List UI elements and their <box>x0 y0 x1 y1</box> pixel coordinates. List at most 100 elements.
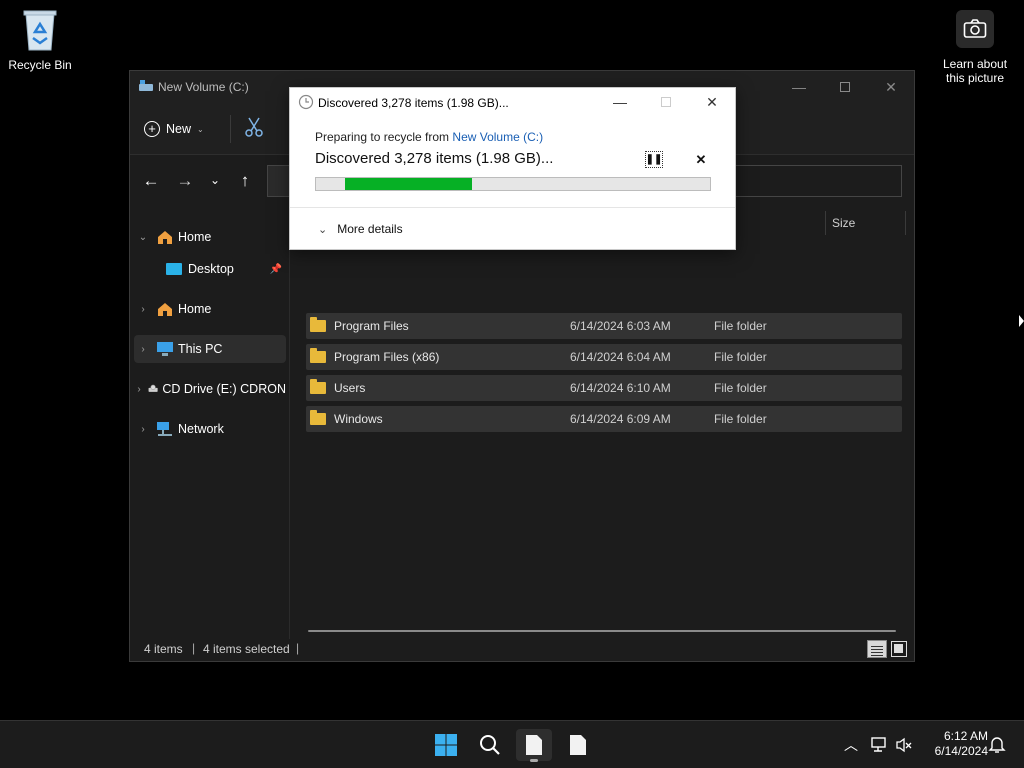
close-button[interactable]: ✕ <box>868 71 914 103</box>
file-list: Size Program Files 6/14/2024 6:03 AM Fil… <box>290 207 914 639</box>
back-button[interactable]: ← <box>140 171 162 193</box>
column-header-size[interactable]: Size <box>832 216 855 230</box>
start-button[interactable] <box>428 729 464 761</box>
sidebar-item-desktop[interactable]: Desktop 📌 <box>134 255 286 283</box>
dialog-close-button[interactable]: ✕ <box>689 88 735 116</box>
recycle-bin-shortcut[interactable]: Recycle Bin <box>4 8 76 72</box>
clock[interactable]: 6:12 AM 6/14/2024 <box>922 729 988 759</box>
windows-logo-icon <box>435 734 457 756</box>
minimize-button[interactable]: — <box>776 71 822 103</box>
navigation-pane: ⌄ Home Desktop 📌 › Home › This PC › CD D… <box>130 207 290 639</box>
column-divider <box>905 211 906 235</box>
home-icon <box>158 303 172 316</box>
status-bar: 4 items | 4 items selected | <box>130 637 914 661</box>
recent-locations-button[interactable]: ⌄ <box>206 173 224 193</box>
large-icons-view-button[interactable] <box>891 641 907 657</box>
search-box[interactable] <box>730 165 902 197</box>
preparing-text: Preparing to recycle from New Volume (C:… <box>315 130 543 144</box>
dialog-maximize-button[interactable] <box>643 88 689 116</box>
search-icon <box>480 735 500 755</box>
sidebar-item-cd-drive[interactable]: › CD Drive (E:) CDRON <box>134 375 286 403</box>
maximize-button[interactable] <box>822 71 868 103</box>
cancel-operation-button[interactable]: ✕ <box>693 151 709 168</box>
home-icon <box>158 231 172 244</box>
folder-icon <box>310 379 326 394</box>
forward-button[interactable]: → <box>174 171 196 193</box>
table-row[interactable]: Windows 6/14/2024 6:09 AM File folder <box>306 406 902 432</box>
pause-icon: ❚❚ <box>645 154 663 165</box>
network-icon <box>157 422 172 436</box>
row-date: 6/14/2024 6:03 AM <box>570 319 671 333</box>
row-name: Program Files <box>334 319 409 333</box>
pause-button[interactable]: ❚❚ <box>645 151 663 168</box>
learn-label-line1: Learn about <box>942 57 1008 71</box>
cd-drive-icon <box>148 384 158 392</box>
plus-circle-icon: + <box>144 121 160 137</box>
folder-icon <box>310 317 326 332</box>
active-indicator <box>530 759 538 762</box>
explorer-title: New Volume (C:) <box>158 80 249 94</box>
sidebar-item-home[interactable]: › Home <box>134 295 286 323</box>
column-divider <box>825 211 826 235</box>
details-view-icon <box>871 648 883 650</box>
taskbar-app-active[interactable] <box>516 729 552 762</box>
recycle-bin-icon <box>23 10 57 51</box>
pin-icon: 📌 <box>269 263 282 275</box>
chevron-right-icon: › <box>137 383 141 395</box>
search-button[interactable] <box>472 729 508 761</box>
scissors-icon <box>245 117 263 137</box>
desktop-folder-icon <box>166 263 182 275</box>
this-pc-icon <box>157 342 173 356</box>
row-date: 6/14/2024 6:10 AM <box>570 381 671 395</box>
sidebar-item-this-pc[interactable]: › This PC <box>134 335 286 363</box>
row-name: Program Files (x86) <box>334 350 440 364</box>
row-type: File folder <box>714 350 767 364</box>
row-name: Windows <box>334 412 383 426</box>
learn-about-picture-shortcut[interactable]: Learn about this picture <box>934 10 1016 85</box>
network-status-icon[interactable] <box>870 736 888 754</box>
up-button[interactable]: ↑ <box>234 171 256 193</box>
volume-muted-icon[interactable] <box>895 736 913 754</box>
dialog-heading: Discovered 3,278 items (1.98 GB)... <box>315 150 554 167</box>
table-row[interactable]: Users 6/14/2024 6:10 AM File folder <box>306 375 902 401</box>
row-type: File folder <box>714 319 767 333</box>
more-details-button[interactable]: ⌄ More details <box>318 222 403 236</box>
clock-time: 6:12 AM <box>943 729 988 743</box>
dialog-title: Discovered 3,278 items (1.98 GB)... <box>318 96 509 110</box>
sidebar-item-label: Home <box>178 302 212 316</box>
show-hidden-icons-button[interactable]: ︿ <box>842 735 860 755</box>
table-row[interactable]: Program Files (x86) 6/14/2024 6:04 AM Fi… <box>306 344 902 370</box>
taskbar-app[interactable] <box>560 729 596 761</box>
sidebar-item-network[interactable]: › Network <box>134 415 286 443</box>
folder-icon <box>310 348 326 363</box>
status-divider: | <box>192 641 196 655</box>
chevron-down-icon: ⌄ <box>197 124 204 134</box>
large-icons-view-icon <box>894 644 903 653</box>
sidebar-item-label: This PC <box>178 342 223 356</box>
status-divider: | <box>296 641 300 655</box>
document-icon <box>526 735 542 755</box>
selected-count: 4 items selected <box>203 642 290 656</box>
new-label: New <box>166 122 192 136</box>
dialog-minimize-button[interactable]: — <box>597 88 643 116</box>
row-date: 6/14/2024 6:09 AM <box>570 412 671 426</box>
sidebar-item-label: Home <box>178 230 212 244</box>
notification-bell-icon[interactable] <box>988 735 1006 755</box>
source-link[interactable]: New Volume (C:) <box>452 130 543 144</box>
chevron-right-icon: › <box>141 423 145 435</box>
horizontal-scrollbar[interactable] <box>308 630 896 632</box>
row-name: Users <box>334 381 366 395</box>
clock-icon <box>298 94 314 110</box>
cut-button[interactable] <box>245 117 269 141</box>
cancel-icon: ✕ <box>695 152 707 167</box>
sidebar-item-label: Desktop <box>188 262 234 276</box>
table-row[interactable]: Program Files 6/14/2024 6:03 AM File fol… <box>306 313 902 339</box>
progress-bar <box>315 177 711 191</box>
sidebar-item-home-expanded[interactable]: ⌄ Home <box>134 223 286 251</box>
details-view-button[interactable] <box>867 640 887 658</box>
row-type: File folder <box>714 412 767 426</box>
recycle-progress-dialog: Discovered 3,278 items (1.98 GB)... — ✕ … <box>289 87 736 250</box>
new-button[interactable]: + New ⌄ <box>144 117 204 141</box>
toolbar-divider <box>230 115 231 143</box>
clock-date: 6/14/2024 <box>934 744 988 758</box>
